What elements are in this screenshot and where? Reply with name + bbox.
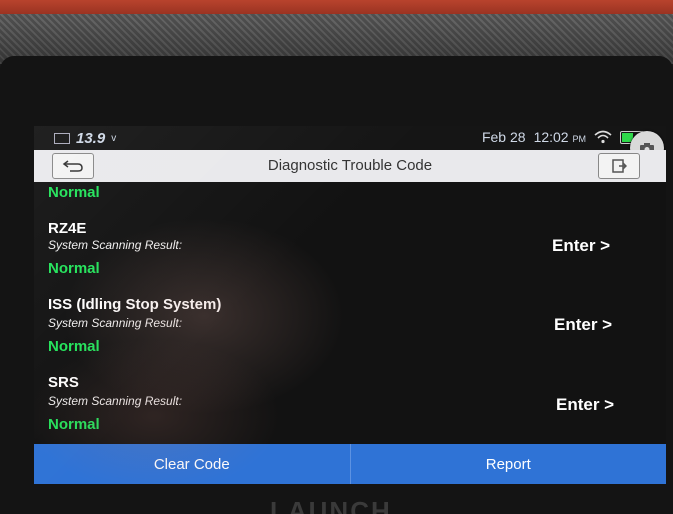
system-subtitle: System Scanning Result: [48, 316, 183, 330]
system-status: Normal [48, 416, 100, 433]
exit-button[interactable] [598, 153, 640, 179]
wifi-icon [594, 130, 612, 144]
system-subtitle: System Scanning Result: [48, 394, 183, 408]
action-bar: Clear Code Report [34, 444, 666, 484]
system-subtitle: System Scanning Result: [48, 238, 183, 252]
system-status: Normal [48, 338, 100, 355]
enter-button[interactable]: Enter > [552, 236, 610, 256]
screen: 13.9 v Feb 28 12:02 PM Diagnostic Troubl… [34, 126, 666, 484]
brand-logo: LAUNCH [270, 496, 392, 514]
enter-button[interactable]: Enter > [556, 395, 614, 415]
system-name: ISS (Idling Stop System) [48, 296, 222, 313]
system-name: RZ4E [48, 220, 87, 237]
device-frame-top [0, 0, 673, 14]
car-battery-icon [54, 133, 70, 144]
enter-button[interactable]: Enter > [554, 315, 612, 335]
title-bar: Diagnostic Trouble Code [34, 150, 666, 183]
date: Feb 28 [481, 129, 526, 145]
clear-code-button[interactable]: Clear Code [34, 444, 350, 484]
partial-status: Normal [48, 184, 100, 201]
voltage-value: 13.9 [76, 130, 106, 147]
time: 12:02 PM [533, 129, 586, 145]
system-status: Normal [48, 260, 100, 277]
system-name: SRS [48, 374, 79, 391]
report-button[interactable]: Report [351, 444, 667, 484]
voltage-unit: v [111, 133, 117, 144]
status-bar: 13.9 v Feb 28 12:02 PM [34, 126, 666, 165]
exit-icon [612, 159, 627, 173]
system-list: Normal RZ4E System Scanning Result: Norm… [34, 182, 666, 444]
page-title: Diagnostic Trouble Code [267, 157, 433, 174]
